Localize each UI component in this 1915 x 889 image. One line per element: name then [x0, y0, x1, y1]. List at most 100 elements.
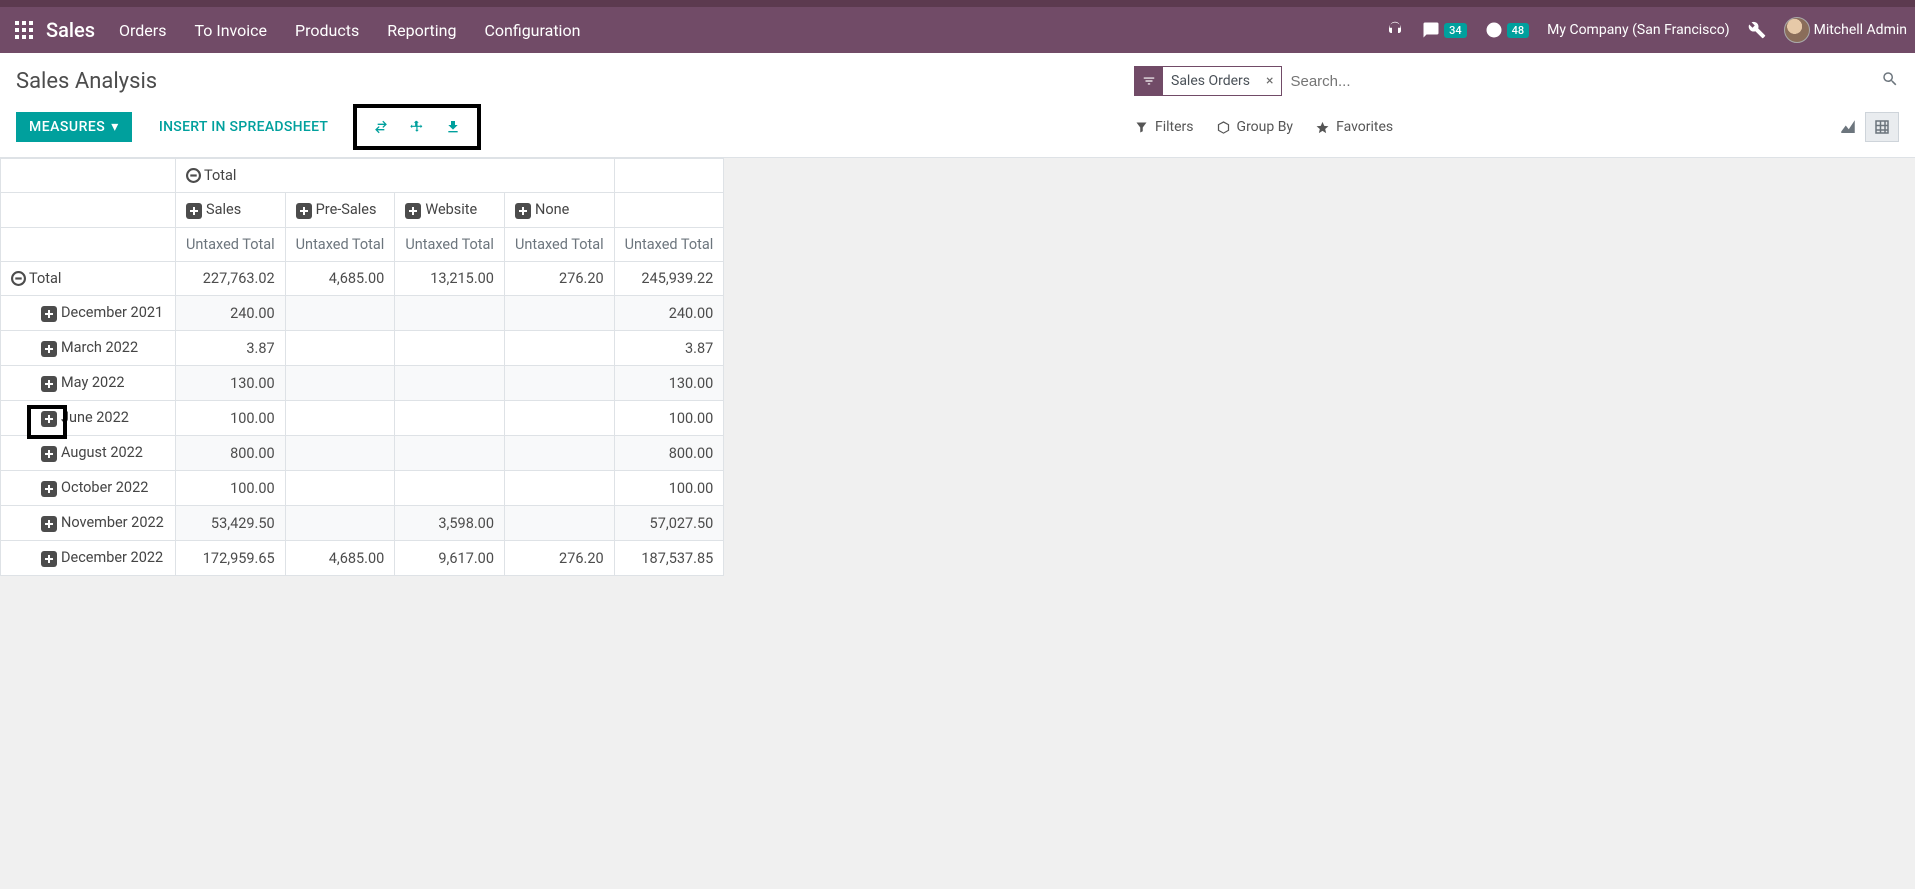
row-header[interactable]: December 2021	[1, 296, 176, 331]
pivot-cell[interactable]: 227,763.02	[176, 262, 286, 296]
row-header[interactable]: Total	[1, 262, 176, 296]
pivot-cell[interactable]	[504, 436, 614, 471]
expand-icon[interactable]	[41, 551, 57, 567]
pivot-cell[interactable]	[285, 401, 395, 436]
row-header[interactable]: October 2022	[1, 471, 176, 506]
expand-icon[interactable]	[41, 376, 57, 392]
pivot-cell[interactable]	[395, 331, 505, 366]
pivot-cell[interactable]: 100.00	[176, 401, 286, 436]
favorites-button[interactable]: Favorites	[1315, 119, 1393, 135]
pivot-cell[interactable]	[285, 471, 395, 506]
row-header[interactable]: August 2022	[1, 436, 176, 471]
pivot-cell[interactable]	[285, 296, 395, 331]
pivot-cell[interactable]	[285, 436, 395, 471]
measure-header[interactable]: Untaxed Total	[504, 228, 614, 262]
pivot-cell[interactable]: 276.20	[504, 262, 614, 296]
expand-icon[interactable]	[41, 341, 57, 357]
pivot-cell[interactable]: 276.20	[504, 541, 614, 576]
pivot-cell[interactable]	[395, 436, 505, 471]
pivot-cell[interactable]: 130.00	[176, 366, 286, 401]
measures-button[interactable]: Measures ▾	[16, 112, 132, 142]
pivot-cell[interactable]	[504, 471, 614, 506]
pivot-cell[interactable]	[504, 401, 614, 436]
nav-to-invoice[interactable]: To Invoice	[194, 21, 267, 40]
row-header[interactable]: March 2022	[1, 331, 176, 366]
pivot-cell[interactable]: 9,617.00	[395, 541, 505, 576]
pivot-view-icon[interactable]	[1865, 112, 1899, 142]
pivot-cell[interactable]	[395, 471, 505, 506]
row-header[interactable]: November 2022	[1, 506, 176, 541]
measure-header[interactable]: Untaxed Total	[285, 228, 395, 262]
row-header[interactable]: June 2022	[1, 401, 176, 436]
pivot-cell[interactable]	[504, 331, 614, 366]
row-header[interactable]: May 2022	[1, 366, 176, 401]
expand-icon[interactable]	[296, 203, 312, 219]
apps-menu-icon[interactable]	[8, 14, 40, 46]
pivot-cell[interactable]: 4,685.00	[285, 262, 395, 296]
download-icon[interactable]	[435, 112, 471, 142]
user-menu[interactable]: Mitchell Admin	[1784, 17, 1907, 43]
pivot-cell[interactable]: 3,598.00	[395, 506, 505, 541]
expand-icon[interactable]	[405, 203, 421, 219]
nav-reporting[interactable]: Reporting	[387, 21, 456, 40]
company-switcher[interactable]: My Company (San Francisco)	[1547, 22, 1729, 38]
expand-icon[interactable]	[515, 203, 531, 219]
expand-icon[interactable]	[41, 411, 57, 427]
pivot-cell[interactable]: 3.87	[176, 331, 286, 366]
debug-icon[interactable]	[1748, 21, 1766, 39]
search-icon[interactable]	[1881, 70, 1899, 92]
col-header[interactable]: None	[504, 193, 614, 228]
expand-icon[interactable]	[41, 481, 57, 497]
nav-orders[interactable]: Orders	[119, 21, 166, 40]
row-header[interactable]: December 2022	[1, 541, 176, 576]
pivot-cell[interactable]: 800.00	[614, 436, 724, 471]
activities-button[interactable]: 48	[1485, 21, 1530, 39]
pivot-cell[interactable]: 13,215.00	[395, 262, 505, 296]
groupby-button[interactable]: Group By	[1216, 119, 1294, 135]
facet-remove-icon[interactable]: ×	[1258, 73, 1281, 89]
pivot-cell[interactable]	[285, 506, 395, 541]
support-icon[interactable]	[1386, 21, 1404, 39]
pivot-cell[interactable]: 130.00	[614, 366, 724, 401]
expand-icon[interactable]	[41, 516, 57, 532]
col-header[interactable]: Pre-Sales	[285, 193, 395, 228]
pivot-cell[interactable]	[395, 296, 505, 331]
pivot-cell[interactable]: 245,939.22	[614, 262, 724, 296]
expand-all-icon[interactable]	[399, 112, 435, 142]
graph-view-icon[interactable]	[1831, 112, 1865, 142]
nav-products[interactable]: Products	[295, 21, 359, 40]
expand-icon[interactable]	[186, 203, 202, 219]
measure-header[interactable]: Untaxed Total	[395, 228, 505, 262]
pivot-cell[interactable]: 57,027.50	[614, 506, 724, 541]
pivot-cell[interactable]	[504, 366, 614, 401]
pivot-cell[interactable]	[395, 366, 505, 401]
pivot-cell[interactable]: 800.00	[176, 436, 286, 471]
col-total-header[interactable]: Total	[176, 159, 615, 193]
pivot-cell[interactable]: 3.87	[614, 331, 724, 366]
measure-header[interactable]: Untaxed Total	[614, 228, 724, 262]
module-name[interactable]: Sales	[46, 18, 95, 42]
pivot-cell[interactable]: 4,685.00	[285, 541, 395, 576]
nav-configuration[interactable]: Configuration	[484, 21, 580, 40]
pivot-cell[interactable]	[285, 331, 395, 366]
flip-axis-icon[interactable]	[363, 112, 399, 142]
pivot-cell[interactable]: 240.00	[176, 296, 286, 331]
measure-header[interactable]: Untaxed Total	[176, 228, 286, 262]
pivot-cell[interactable]	[285, 366, 395, 401]
insert-spreadsheet-button[interactable]: Insert in Spreadsheet	[146, 112, 341, 142]
pivot-cell[interactable]: 187,537.85	[614, 541, 724, 576]
pivot-cell[interactable]	[395, 401, 505, 436]
pivot-cell[interactable]: 240.00	[614, 296, 724, 331]
filters-button[interactable]: Filters	[1134, 119, 1194, 135]
search-input[interactable]	[1282, 69, 1881, 94]
col-header[interactable]: Website	[395, 193, 505, 228]
expand-icon[interactable]	[41, 446, 57, 462]
pivot-cell[interactable]: 100.00	[614, 401, 724, 436]
col-header[interactable]: Sales	[176, 193, 286, 228]
expand-icon[interactable]	[41, 306, 57, 322]
messages-button[interactable]: 34	[1422, 21, 1467, 39]
pivot-cell[interactable]	[504, 296, 614, 331]
pivot-cell[interactable]: 100.00	[614, 471, 724, 506]
pivot-cell[interactable]: 172,959.65	[176, 541, 286, 576]
pivot-cell[interactable]: 53,429.50	[176, 506, 286, 541]
